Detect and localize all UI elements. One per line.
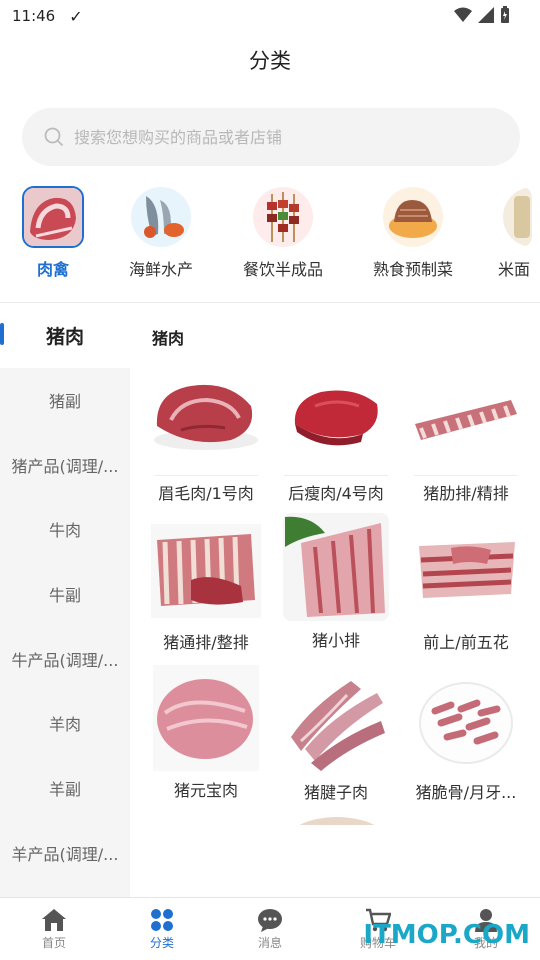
sidebar-item-beef-products[interactable]: 牛产品(调理/... <box>0 626 130 691</box>
rice-icon <box>502 186 532 248</box>
meat-icon <box>22 186 84 248</box>
sidebar-item-label: 牛肉 <box>48 521 81 541</box>
sidebar-item-beef-offal[interactable]: 牛副 <box>0 562 130 627</box>
watermark: ITMOP.COM <box>363 920 530 950</box>
product-name: 猪元宝肉 <box>173 781 238 800</box>
divider <box>154 475 258 476</box>
pork-ribs-image <box>411 365 521 475</box>
wifi-icon <box>454 7 472 22</box>
skewer-icon <box>252 186 314 248</box>
sidebar-item-label: 羊肉 <box>48 715 81 735</box>
seafood-icon <box>130 186 192 248</box>
sidebar-item-label: 牛副 <box>48 586 81 606</box>
signal-icon <box>478 7 494 23</box>
sidebar-item-label: 猪肉 <box>45 325 84 348</box>
sidebar-item-pork[interactable]: 猪肉 <box>0 303 130 368</box>
top-category-label: 肉禽 <box>36 260 69 279</box>
top-category-label: 餐饮半成品 <box>242 260 323 279</box>
product-item[interactable]: 眉毛肉/1号肉 <box>141 365 271 504</box>
top-category-label: 米面 <box>498 260 531 279</box>
divider <box>414 475 518 476</box>
search-input[interactable] <box>74 127 494 147</box>
message-icon <box>258 909 282 932</box>
top-category-bar[interactable]: 肉禽 海鲜水产 餐饮半成品 熟食预制菜 米面 <box>0 186 540 286</box>
sidebar-item-lamb-offal[interactable]: 羊副 <box>0 756 130 821</box>
whole-ribs-image <box>151 515 261 625</box>
nav-label: 首页 <box>41 936 66 950</box>
search-bar[interactable] <box>22 108 520 166</box>
product-image-partial <box>448 819 462 827</box>
product-item[interactable]: 猪元宝肉 <box>141 663 271 801</box>
pork-round-image <box>151 663 261 773</box>
product-item[interactable]: 前上/前五花 <box>401 515 531 653</box>
download-done-icon: ✓ <box>69 6 83 26</box>
product-item[interactable]: 后瘦肉/4号肉 <box>271 365 401 504</box>
search-icon <box>44 127 64 147</box>
product-name: 前上/前五花 <box>423 633 509 652</box>
divider <box>284 475 388 476</box>
product-item[interactable]: 猪小排 <box>271 513 401 651</box>
pork-shoulder-image <box>151 365 261 475</box>
lean-pork-image <box>281 365 391 475</box>
product-item[interactable]: 猪通排/整排 <box>141 515 271 653</box>
product-item[interactable]: 猪脆骨/月牙... <box>401 665 531 803</box>
product-panel[interactable]: 猪肉 眉毛肉/1号肉 后瘦肉/4号肉 猪肋排/精排 猪通排/整排 猪小排 前上/… <box>130 303 540 897</box>
product-name: 猪通排/整排 <box>163 633 249 652</box>
sidebar-item-label: 猪产品(调理/... <box>11 456 119 476</box>
sidebar-item-lamb[interactable]: 羊肉 <box>0 691 130 756</box>
top-category-rice[interactable]: 米面 <box>480 186 540 280</box>
top-category-semi-finished[interactable]: 餐饮半成品 <box>228 186 338 280</box>
status-icons <box>454 6 510 24</box>
sidebar-item-pork-products[interactable]: 猪产品(调理/... <box>0 432 130 497</box>
sidebar-item-label: 羊产品(调理/... <box>11 844 119 864</box>
category-sidebar[interactable]: 猪肉 猪副 猪产品(调理/... 牛肉 牛副 牛产品(调理/... 羊肉 羊副 … <box>0 303 130 897</box>
sidebar-item-lamb-products[interactable]: 羊产品(调理/... <box>0 821 130 886</box>
product-name: 猪小排 <box>311 631 360 650</box>
page-title: 分类 <box>249 49 291 73</box>
sidebar-item-pork-offal[interactable]: 猪副 <box>0 368 130 433</box>
nav-label: 消息 <box>257 936 282 950</box>
home-icon <box>42 909 66 931</box>
sidebar-item-label: 牛产品(调理/... <box>11 650 119 670</box>
sidebar-item-label: 羊副 <box>48 780 81 800</box>
product-item[interactable]: 猪肋排/精排 <box>401 365 531 504</box>
active-indicator <box>0 323 4 345</box>
deli-icon <box>382 186 444 248</box>
top-category-label: 海鲜水产 <box>128 260 193 279</box>
status-bar: 11:46 ✓ <box>0 0 540 32</box>
product-name: 猪肋排/精排 <box>423 484 509 503</box>
nav-label: 分类 <box>149 936 174 950</box>
nav-message[interactable]: 消息 <box>216 898 324 960</box>
product-item[interactable]: 猪腱子肉 <box>271 665 401 803</box>
top-category-label: 熟食预制菜 <box>372 260 453 279</box>
top-category-seafood[interactable]: 海鲜水产 <box>106 186 216 280</box>
sidebar-item-beef[interactable]: 牛肉 <box>0 497 130 562</box>
product-name: 猪腱子肉 <box>303 783 368 802</box>
panel-title: 猪肉 <box>152 329 185 348</box>
top-category-deli[interactable]: 熟食预制菜 <box>358 186 468 280</box>
status-time: 11:46 <box>12 7 56 25</box>
cartilage-image <box>411 665 521 775</box>
product-image-partial <box>282 811 392 825</box>
nav-home[interactable]: 首页 <box>0 898 108 960</box>
sidebar-item-label: 猪副 <box>48 392 81 412</box>
product-name: 眉毛肉/1号肉 <box>158 484 254 503</box>
small-ribs-image <box>281 513 391 623</box>
pork-belly-image <box>411 515 521 625</box>
top-category-meat[interactable]: 肉禽 <box>0 186 108 280</box>
category-icon <box>151 909 173 931</box>
battery-icon <box>501 6 509 23</box>
nav-category[interactable]: 分类 <box>108 898 216 960</box>
pork-shank-image <box>281 665 391 775</box>
product-name: 后瘦肉/4号肉 <box>288 484 384 503</box>
page-header: 分类 <box>0 32 540 88</box>
product-name: 猪脆骨/月牙... <box>415 783 517 802</box>
